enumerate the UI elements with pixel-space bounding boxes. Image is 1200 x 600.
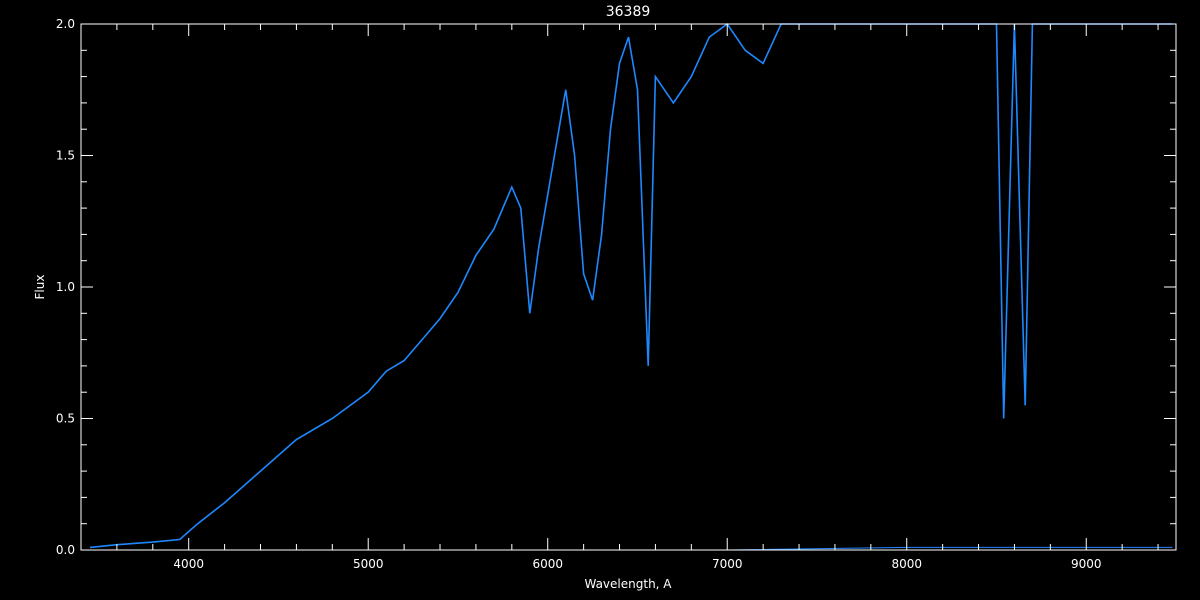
x-tick-label: 8000: [891, 557, 922, 571]
x-tick-label: 4000: [173, 557, 204, 571]
x-tick-label: 9000: [1071, 557, 1102, 571]
y-tick-label: 0.5: [56, 412, 75, 426]
y-tick-label: 0.0: [56, 543, 75, 557]
x-tick-label: 5000: [353, 557, 384, 571]
y-tick-label: 1.0: [56, 280, 75, 294]
x-tick-label: 6000: [532, 557, 563, 571]
y-tick-label: 1.5: [56, 149, 75, 163]
spectrum-chart: 4000 5000 6000 7000 8000 90000.00.51.01.52.0 …: [0, 0, 1200, 600]
x-tick-label: 7000: [712, 557, 743, 571]
chart-background: [0, 0, 1200, 600]
y-axis-title: Flux: [33, 275, 47, 300]
chart-title: 36389: [606, 4, 651, 20]
x-axis-title: Wavelength, A: [584, 577, 672, 591]
y-tick-label: 2.0: [56, 17, 75, 31]
